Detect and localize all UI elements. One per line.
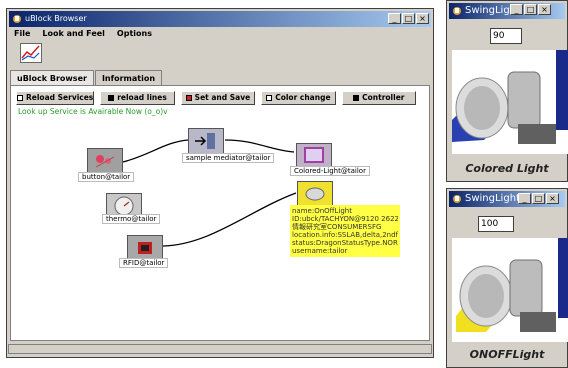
lamp-illustration: [452, 238, 568, 342]
maximize-button[interactable]: □: [524, 4, 537, 15]
mediator-node-icon[interactable]: [188, 128, 224, 154]
java-icon: [453, 7, 461, 15]
swinglight-value-field[interactable]: 100: [478, 216, 514, 232]
onoff-light-node-icon[interactable]: [297, 181, 333, 207]
colored-light-node-label: Colored-Light@tailor: [290, 166, 370, 176]
info-line: 情報研究室CONSUMERSFG: [292, 223, 382, 231]
swinglight-caption: Colored Light: [465, 162, 549, 175]
info-line: ID:ubck/TACHYON@9120 2622: [292, 215, 398, 223]
java-icon: [453, 195, 461, 203]
info-line: status:DragonStatusType.NORMAL: [292, 239, 398, 247]
close-button[interactable]: ×: [538, 4, 551, 15]
status-bar: [8, 344, 432, 354]
info-line: location.info:SSLAB,delta,2ndfloor: [292, 231, 398, 239]
info-line: name:OnOffLight: [292, 207, 352, 215]
swinglight-caption: ONOFFLight: [469, 348, 545, 361]
minimize-button[interactable]: _: [518, 193, 531, 204]
lamp-illustration: [452, 50, 568, 154]
thermo-node-label: thermo@tailor: [102, 214, 161, 224]
swinglight-value-field[interactable]: 90: [490, 28, 522, 44]
swinglight-title-text: SwingLight: [465, 193, 520, 204]
button-node-icon[interactable]: [87, 148, 123, 174]
rfid-node-label: RFID@tailor: [119, 258, 169, 268]
maximize-button[interactable]: □: [532, 193, 545, 204]
mediator-node-label: sample mediator@tailor: [182, 153, 275, 163]
info-line: username:tailor: [292, 247, 348, 255]
minimize-button[interactable]: _: [510, 4, 523, 15]
device-info-box: name:OnOffLight ID:ubck/TACHYON@9120 262…: [290, 205, 400, 257]
button-node-label: button@tailor: [78, 172, 135, 182]
close-button[interactable]: ×: [546, 193, 559, 204]
